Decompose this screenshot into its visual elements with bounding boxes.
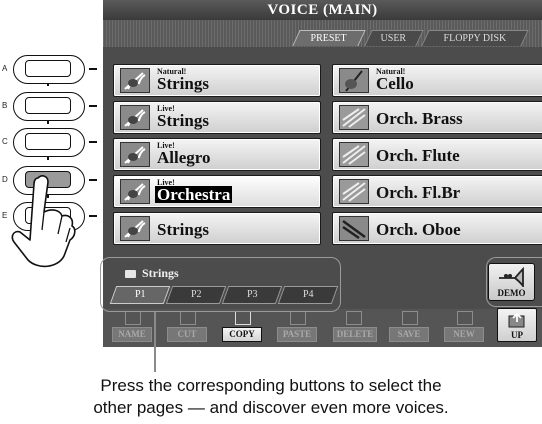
button-bezel bbox=[13, 55, 85, 84]
voice-button-orch-oboe[interactable]: Orch. Oboe bbox=[332, 212, 542, 245]
violin-icon bbox=[120, 216, 150, 241]
caption-line-2: other pages — and discover even more voi… bbox=[93, 398, 449, 417]
hardware-button-c[interactable]: C bbox=[0, 126, 104, 160]
button-cap bbox=[25, 97, 71, 114]
tab-label: USER bbox=[380, 33, 407, 44]
tab-user[interactable]: USER bbox=[364, 30, 424, 46]
button-letter: D bbox=[2, 175, 8, 184]
button-cap bbox=[25, 133, 71, 150]
button-tick bbox=[89, 179, 97, 181]
button-letter: E bbox=[2, 211, 8, 220]
voice-button-strings-live[interactable]: Live! Strings bbox=[113, 101, 321, 134]
violin-icon bbox=[120, 68, 150, 93]
voice-button-orch-fl-br[interactable]: Orch. Fl.Br bbox=[332, 175, 542, 208]
button-tick bbox=[89, 68, 97, 70]
delete-button[interactable]: DELETE bbox=[333, 327, 377, 342]
paste-icon bbox=[290, 311, 306, 325]
tab-label: PRESET bbox=[310, 33, 347, 44]
violin-icon bbox=[120, 179, 150, 204]
voice-name: Orch. Oboe bbox=[376, 220, 461, 239]
flute-brass-icon bbox=[339, 179, 369, 204]
voice-name-selected: Orchestra bbox=[155, 185, 233, 204]
tab-preset[interactable]: PRESET bbox=[292, 30, 366, 46]
trash-icon bbox=[346, 311, 362, 325]
copy-button[interactable]: COPY bbox=[222, 327, 262, 342]
flute-icon bbox=[339, 142, 369, 167]
cut-button[interactable]: CUT bbox=[167, 327, 207, 342]
callout-leader-line bbox=[154, 312, 156, 372]
voice-button-orchestra[interactable]: Live! Orchestra bbox=[113, 175, 321, 208]
caption-line-1: Press the corresponding buttons to selec… bbox=[100, 376, 442, 395]
paste-button[interactable]: PASTE bbox=[277, 327, 317, 342]
name-button[interactable]: NAME bbox=[112, 327, 152, 342]
hardware-button-panel: A B C D E bbox=[0, 0, 104, 300]
voice-name: Strings bbox=[157, 220, 209, 239]
voice-grid: Natural! Strings Live! Strings Live! All… bbox=[103, 47, 542, 263]
screen-title: VOICE (MAIN) bbox=[103, 0, 542, 20]
save-button[interactable]: SAVE bbox=[389, 327, 429, 342]
button-letter: A bbox=[2, 64, 8, 73]
new-button[interactable]: NEW bbox=[444, 327, 484, 342]
instruction-caption: Press the corresponding buttons to selec… bbox=[0, 375, 542, 419]
voice-name: Cello bbox=[376, 74, 414, 93]
voice-button-strings-natural[interactable]: Natural! Strings bbox=[113, 64, 321, 97]
button-bezel bbox=[13, 92, 85, 121]
brass-icon bbox=[339, 105, 369, 130]
tab-label: FLOPPY DISK bbox=[443, 33, 506, 44]
name-icon bbox=[125, 311, 141, 325]
hardware-button-b[interactable]: B bbox=[0, 90, 104, 124]
violin-icon bbox=[120, 105, 150, 130]
violin-icon bbox=[120, 142, 150, 167]
voice-name: Strings bbox=[157, 111, 209, 130]
voice-name: Orch. Fl.Br bbox=[376, 183, 461, 202]
button-tick bbox=[89, 141, 97, 143]
up-folder-icon bbox=[508, 312, 525, 328]
pointing-hand-icon bbox=[11, 175, 76, 268]
voice-name: Allegro bbox=[157, 148, 211, 167]
up-button[interactable]: UP bbox=[497, 308, 537, 342]
button-tick bbox=[89, 105, 97, 107]
function-bar: NAME CUT COPY PASTE DELETE SAVE NEW bbox=[103, 309, 542, 347]
voice-button-cello[interactable]: Natural! Cello bbox=[332, 64, 542, 97]
voice-name: Orch. Brass bbox=[376, 109, 463, 128]
floppy-disk-icon bbox=[402, 311, 418, 325]
button-letter: C bbox=[2, 137, 8, 146]
oboe-icon bbox=[339, 216, 369, 241]
voice-name: Strings bbox=[157, 74, 209, 93]
new-folder-icon bbox=[457, 311, 473, 325]
demo-callout-outline bbox=[486, 257, 542, 307]
voice-button-orch-flute[interactable]: Orch. Flute bbox=[332, 138, 542, 171]
up-label: UP bbox=[511, 330, 523, 340]
copy-icon bbox=[235, 311, 251, 325]
cello-icon bbox=[339, 68, 369, 93]
hardware-button-a[interactable]: A bbox=[0, 53, 104, 87]
button-tick bbox=[89, 215, 97, 217]
scissors-icon bbox=[180, 311, 196, 325]
button-cap bbox=[25, 60, 71, 77]
voice-button-allegro[interactable]: Live! Allegro bbox=[113, 138, 321, 171]
page-callout-outline bbox=[100, 257, 341, 312]
voice-button-orch-brass[interactable]: Orch. Brass bbox=[332, 101, 542, 134]
button-letter: B bbox=[2, 101, 8, 110]
voice-button-strings[interactable]: Strings bbox=[113, 212, 321, 245]
button-bezel bbox=[13, 128, 85, 157]
tab-floppy-disk[interactable]: FLOPPY DISK bbox=[421, 30, 529, 46]
voice-name: Orch. Flute bbox=[376, 146, 460, 165]
